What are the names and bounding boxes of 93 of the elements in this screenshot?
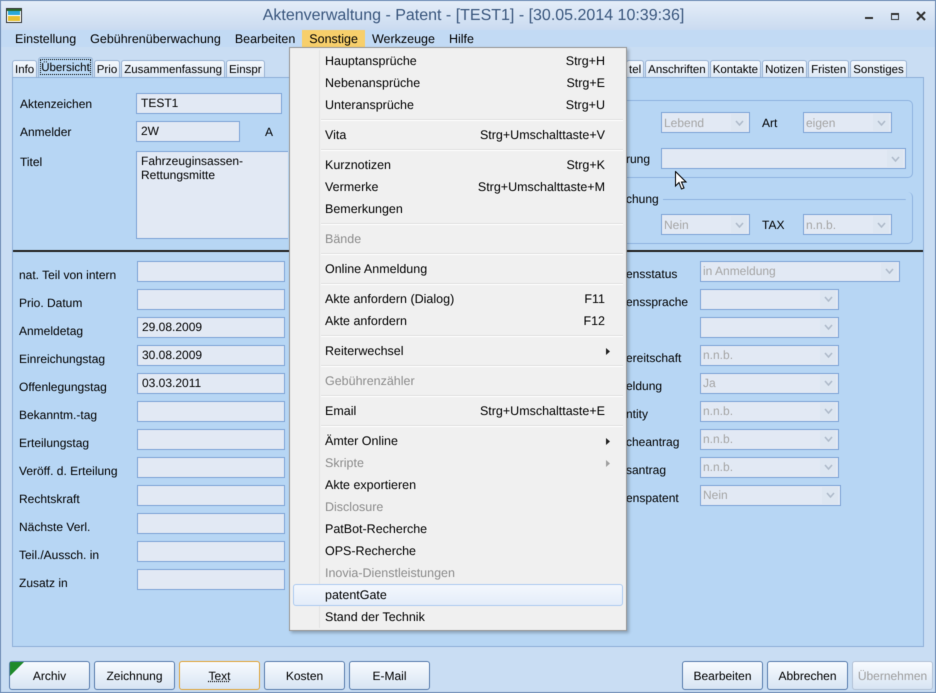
footer-button[interactable]: Abbrechen (767, 661, 848, 690)
menu-item[interactable]: Akte exportieren (293, 474, 623, 496)
date-field[interactable] (137, 484, 285, 506)
menu-item[interactable]: patentGate (293, 584, 623, 606)
menu-item[interactable]: Akte anfordern F12 (293, 310, 623, 332)
tab[interactable]: Prio (94, 60, 120, 77)
date-field[interactable] (137, 260, 285, 282)
menu-item[interactable]: Unteransprüche Strg+U (293, 94, 623, 116)
menu-item[interactable]: Einstellung (8, 30, 84, 47)
date-field[interactable]: 29.08.2009 (137, 316, 285, 338)
footer-button[interactable]: Kosten (264, 661, 345, 690)
field-label: Art (761, 116, 778, 130)
menu-item[interactable]: Bearbeiten (228, 30, 302, 47)
menu-item[interactable]: Akte anfordern (Dialog) F11 (293, 288, 623, 310)
footer-button[interactable]: Zeichnung (94, 661, 175, 690)
field-label: cheantrag (626, 435, 680, 449)
mouse-cursor-icon (675, 171, 687, 190)
submenu-arrow-icon (606, 438, 610, 445)
menu-item[interactable]: PatBot-Recherche (293, 518, 623, 540)
corner-flag-icon (10, 662, 24, 676)
footer-button[interactable]: E-Mail (349, 661, 430, 690)
close-icon[interactable] (916, 10, 926, 20)
menu-item[interactable]: OPS-Recherche (293, 540, 623, 562)
field-label: enssprache (626, 295, 688, 309)
field-label: ntity (626, 407, 648, 421)
field-label: ensstatus (626, 267, 678, 281)
field-label: Anmelder (20, 124, 72, 139)
date-field[interactable]: 03.03.2011 (137, 372, 285, 394)
date-field[interactable] (137, 456, 285, 478)
field-label: Prio. Datum (19, 295, 84, 310)
date-field[interactable] (137, 428, 285, 450)
menu-item[interactable]: Sonstige (302, 30, 365, 47)
field-label: Titel (20, 154, 44, 169)
menu-item[interactable]: Hauptansprüche Strg+H (293, 50, 623, 72)
tab[interactable]: Info (12, 60, 38, 77)
tab[interactable]: Einspr (226, 60, 265, 77)
date-field[interactable] (137, 288, 285, 310)
field-label: Anmeldetag (19, 323, 84, 338)
tab[interactable]: tel (626, 60, 644, 77)
date-field[interactable] (137, 540, 285, 562)
menu-item[interactable]: Bemerkungen (293, 198, 623, 220)
date-field[interactable] (137, 568, 285, 590)
field-label: santrag (626, 463, 666, 477)
tab[interactable]: Zusammenfassung (121, 60, 226, 77)
footer-button[interactable]: Text (179, 661, 260, 690)
field-label: Offenlegungstag (19, 379, 108, 394)
submenu-arrow-icon (606, 348, 610, 355)
field-label: Nächste Verl. (19, 519, 92, 534)
field-label: Aktenzeichen (20, 96, 94, 111)
text-area[interactable]: Fahrzeuginsassen-Rettungsmitte (136, 151, 288, 239)
tab[interactable]: Kontakte (710, 60, 762, 77)
field-label: rung (626, 152, 650, 166)
field-label: Erteilungstag (19, 435, 90, 450)
field-label: ereitschaft (626, 351, 682, 365)
field-label: A (265, 124, 274, 139)
app-icon[interactable] (6, 8, 23, 24)
field-label: Veröff. d. Erteilung (19, 463, 119, 478)
menu-item[interactable]: Email Strg+Umschalttaste+E (293, 400, 623, 422)
menu-item[interactable]: Vita Strg+Umschalttaste+V (293, 124, 623, 146)
menu-item[interactable]: Stand der Technik (293, 606, 623, 628)
footer-button[interactable]: Bearbeiten (682, 661, 763, 690)
field-label: Zusatz in (19, 575, 69, 590)
tab[interactable]: Anschriften (645, 60, 709, 77)
menu-item[interactable]: Ämter Online (293, 430, 623, 452)
menu-item[interactable]: Hilfe (442, 30, 481, 47)
window-title: Aktenverwaltung - Patent - [TEST1] - [30.05.2014 10:39:36] (262, 6, 686, 24)
field-label: eldung (626, 379, 662, 393)
text-field[interactable]: TEST1 (136, 93, 282, 114)
field-label: Teil./Aussch. in (19, 547, 100, 562)
date-field[interactable] (137, 400, 285, 422)
menu-item[interactable]: Gebührenüberwachung (83, 30, 228, 47)
menu-item[interactable]: Kurznotizen Strg+K (293, 154, 623, 176)
tab[interactable]: Übersicht (38, 57, 93, 77)
menu-item[interactable]: Nebenansprüche Strg+E (293, 72, 623, 94)
tab[interactable]: Notizen (762, 60, 808, 77)
menu-item[interactable]: Werkzeuge (364, 30, 442, 47)
date-field[interactable] (137, 512, 285, 534)
date-field[interactable]: 30.08.2009 (137, 344, 285, 366)
menu-item[interactable]: Vermerke Strg+Umschalttaste+M (293, 176, 623, 198)
text-field[interactable]: 2W (136, 121, 240, 142)
field-label: nat. Teil von intern (19, 267, 118, 282)
group-title: chung (626, 192, 659, 206)
field-label: enspatent (626, 491, 679, 505)
footer-button[interactable]: Archiv (9, 661, 90, 690)
field-label: Bekanntm.-tag (19, 407, 98, 422)
tab[interactable]: Fristen (808, 60, 850, 77)
field-label: TAX (761, 218, 786, 232)
submenu-arrow-icon (606, 460, 610, 467)
menu-item[interactable]: Online Anmeldung (293, 258, 623, 280)
field-label: Einreichungstag (19, 351, 106, 366)
menu-item[interactable]: Reiterwechsel (293, 340, 623, 362)
field-label: Rechtskraft (19, 491, 81, 506)
tab[interactable]: Sonstiges (850, 60, 907, 77)
